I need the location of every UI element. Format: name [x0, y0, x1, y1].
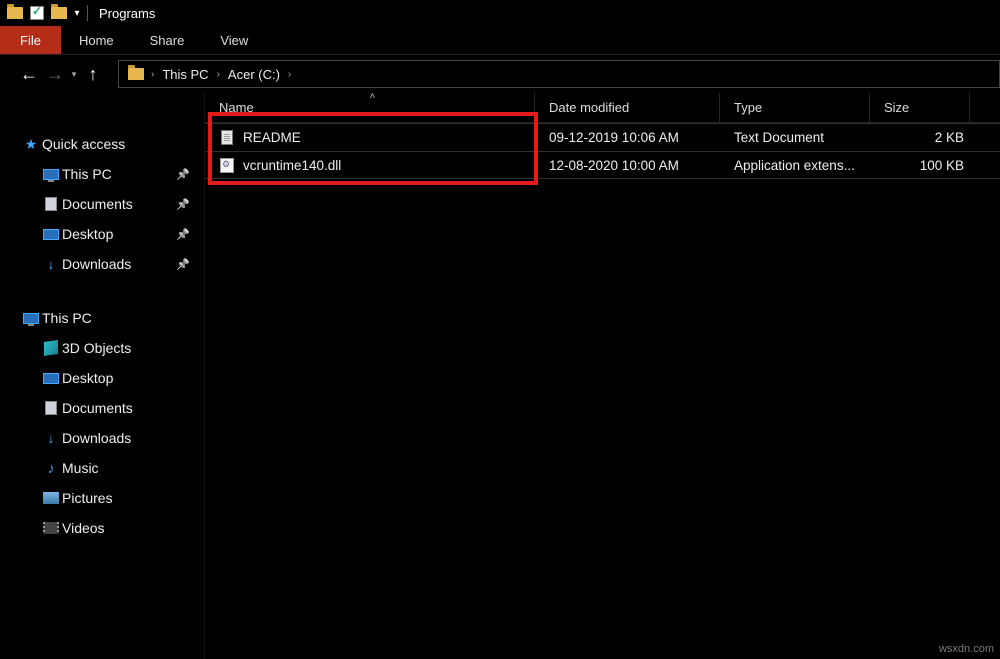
- file-list-pane: Name ˄ Date modified Type Size README 09-…: [205, 93, 1000, 659]
- music-icon: [40, 460, 62, 476]
- down-icon: [40, 430, 62, 446]
- pc-icon: [20, 313, 42, 324]
- nav-forward-button[interactable]: →: [42, 61, 68, 87]
- doc-icon: [40, 197, 62, 211]
- file-name: vcruntime140.dll: [243, 158, 341, 173]
- chevron-right-icon[interactable]: ›: [147, 69, 158, 80]
- column-headers: Name ˄ Date modified Type Size: [205, 93, 1000, 123]
- sidebar-item[interactable]: This PC: [0, 159, 204, 189]
- nav-up-button[interactable]: ↑: [80, 61, 106, 87]
- sort-arrow-icon: ˄: [370, 91, 376, 102]
- sidebar-label: Quick access: [42, 136, 125, 152]
- chevron-right-icon[interactable]: ›: [213, 69, 224, 80]
- nav-back-button[interactable]: ←: [16, 61, 42, 87]
- file-row[interactable]: README 09-12-2019 10:06 AMText Document2 …: [205, 123, 1000, 151]
- sidebar-item[interactable]: Documents: [0, 393, 204, 423]
- chevron-right-icon[interactable]: ›: [284, 69, 295, 80]
- pic-icon: [40, 492, 62, 504]
- file-row[interactable]: vcruntime140.dll 12-08-2020 10:00 AMAppli…: [205, 151, 1000, 179]
- file-size: 2 KB: [870, 130, 964, 145]
- desk-icon: [40, 373, 62, 384]
- ribbon-tab-view[interactable]: View: [202, 26, 266, 54]
- sidebar-item-label: Desktop: [62, 226, 113, 242]
- window-title: Programs: [91, 6, 155, 21]
- column-header-name[interactable]: Name ˄: [205, 93, 535, 122]
- file-name: README: [243, 130, 301, 145]
- sidebar-item-label: Downloads: [62, 430, 131, 446]
- file-date: 12-08-2020 10:00 AM: [535, 158, 720, 173]
- down-icon: [40, 256, 62, 272]
- sidebar-label: This PC: [42, 310, 92, 326]
- ribbon-tab-home[interactable]: Home: [61, 26, 132, 54]
- ribbon-file-tab[interactable]: File: [0, 26, 61, 54]
- file-dll-icon: [219, 157, 235, 173]
- sidebar-item[interactable]: Videos: [0, 513, 204, 543]
- sidebar-item[interactable]: 3D Objects: [0, 333, 204, 363]
- qat-folder-icon[interactable]: [48, 7, 70, 19]
- column-header-type[interactable]: Type: [720, 93, 870, 122]
- sidebar-item[interactable]: Music: [0, 453, 204, 483]
- watermark: wsxdn.com: [939, 643, 994, 655]
- qat-dropdown-icon[interactable]: ▾: [70, 8, 84, 19]
- sidebar-item-label: 3D Objects: [62, 340, 131, 356]
- star-icon: ★: [20, 136, 42, 153]
- ribbon-tab-share[interactable]: Share: [132, 26, 203, 54]
- vid-icon: [40, 522, 62, 534]
- address-bar[interactable]: › This PC › Acer (C:) ›: [118, 60, 1000, 88]
- title-separator: [87, 5, 88, 21]
- sidebar-item-label: This PC: [62, 166, 112, 182]
- sidebar-item[interactable]: Desktop: [0, 219, 204, 249]
- file-type: Text Document: [720, 130, 870, 145]
- doc-icon: [40, 401, 62, 415]
- sidebar-item-label: Documents: [62, 196, 133, 212]
- navigation-bar: ← → ▾ ↑ › This PC › Acer (C:) ›: [0, 55, 1000, 93]
- navigation-pane: ★ Quick access This PC Documents Desktop Do…: [0, 93, 205, 659]
- sidebar-item[interactable]: Documents: [0, 189, 204, 219]
- sidebar-quick-access[interactable]: ★ Quick access: [0, 129, 204, 159]
- ribbon: File Home Share View: [0, 26, 1000, 54]
- sidebar-item-label: Music: [62, 460, 99, 476]
- sidebar-item-label: Videos: [62, 520, 105, 536]
- desk-icon: [40, 229, 62, 240]
- sidebar-item-label: Downloads: [62, 256, 131, 272]
- sidebar-item[interactable]: Downloads: [0, 423, 204, 453]
- file-txt-icon: [219, 130, 235, 146]
- sidebar-item-label: Pictures: [62, 490, 113, 506]
- column-header-date[interactable]: Date modified: [535, 93, 720, 122]
- qat-checkbox-icon[interactable]: [26, 6, 48, 20]
- sidebar-item-label: Desktop: [62, 370, 113, 386]
- column-header-size[interactable]: Size: [870, 93, 970, 122]
- sidebar-item[interactable]: Desktop: [0, 363, 204, 393]
- sidebar-item-label: Documents: [62, 400, 133, 416]
- address-folder-icon: [125, 68, 147, 80]
- sidebar-item[interactable]: Downloads: [0, 249, 204, 279]
- sidebar-this-pc[interactable]: This PC: [0, 303, 204, 333]
- 3d-icon: [40, 341, 62, 355]
- pc-icon: [40, 169, 62, 180]
- app-folder-icon: [4, 7, 26, 19]
- breadcrumb-this-pc[interactable]: This PC: [158, 67, 212, 82]
- file-date: 09-12-2019 10:06 AM: [535, 130, 720, 145]
- sidebar-item[interactable]: Pictures: [0, 483, 204, 513]
- title-bar: ▾ Programs: [0, 0, 1000, 26]
- breadcrumb-drive[interactable]: Acer (C:): [224, 67, 284, 82]
- file-type: Application extens...: [720, 158, 870, 173]
- file-size: 100 KB: [870, 158, 964, 173]
- nav-history-dropdown-icon[interactable]: ▾: [68, 69, 80, 80]
